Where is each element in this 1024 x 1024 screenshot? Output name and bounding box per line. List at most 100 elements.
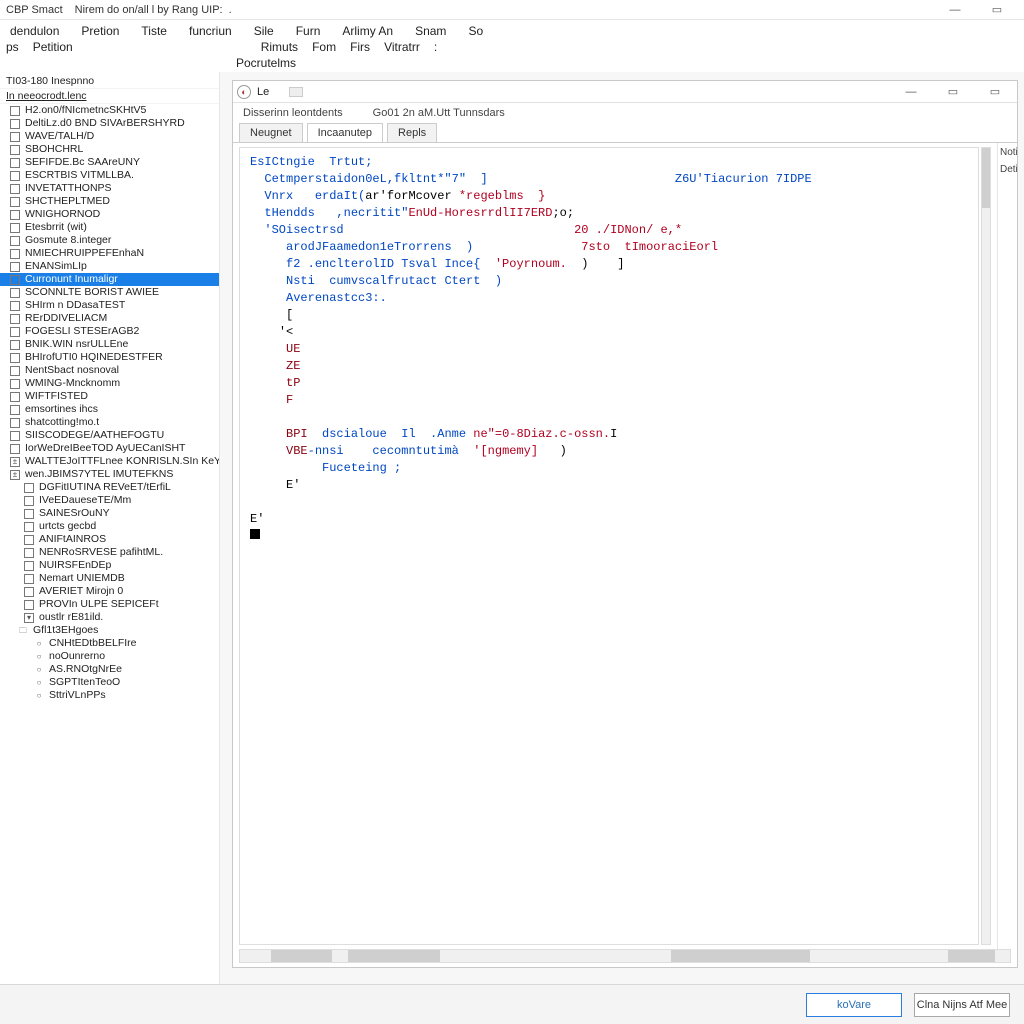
subsubmenu-item[interactable]: Pocrutelms bbox=[236, 56, 296, 70]
tree-item[interactable]: WIFTFISTED bbox=[0, 390, 219, 403]
tree-item[interactable]: DGFitIUTINA REVeET/tErfiL bbox=[0, 481, 219, 494]
secondary-action-button[interactable]: Clna Nijns Atf Mee bbox=[914, 993, 1010, 1017]
tree-item[interactable]: RErDDIVELIACM bbox=[0, 312, 219, 325]
child-minimize-icon[interactable]: — bbox=[893, 83, 929, 101]
tree-item[interactable]: NMIECHRUIPPEFEnhaN bbox=[0, 247, 219, 260]
menu-item[interactable]: Sile bbox=[250, 22, 278, 40]
tree-item[interactable]: ○noOunrerno bbox=[0, 650, 219, 663]
tree-item[interactable]: Nemart UNIEMDB bbox=[0, 572, 219, 585]
menu-item[interactable]: So bbox=[464, 22, 487, 40]
child-maximize-icon[interactable]: ▭ bbox=[935, 83, 971, 101]
tree-item[interactable]: SEFIFDE.Bc SAAreUNY bbox=[0, 156, 219, 169]
tree-item[interactable]: IVeEDaueseTE/Mm bbox=[0, 494, 219, 507]
submenu-item[interactable]: Vitratrr bbox=[384, 40, 420, 54]
tree-item[interactable]: shatcotting!mo.t bbox=[0, 416, 219, 429]
module-icon bbox=[10, 340, 20, 350]
submenu-item[interactable]: ps bbox=[6, 40, 19, 54]
tab[interactable]: Neugnet bbox=[239, 123, 303, 142]
tree-item[interactable]: ENANSimLIp bbox=[0, 260, 219, 273]
tree-root[interactable]: In neeocrodt.lenc bbox=[0, 89, 219, 104]
tree-item[interactable]: BHIrofUTI0 HQINEDESTFER bbox=[0, 351, 219, 364]
node-icon: ○ bbox=[34, 652, 44, 662]
menu-item[interactable]: Snam bbox=[411, 22, 450, 40]
sidebar-tree[interactable]: TI03-180 Inespnno In neeocrodt.lenc H2.o… bbox=[0, 72, 220, 984]
tree-item[interactable]: ESCRTBIS VITMLLBA. bbox=[0, 169, 219, 182]
tree-root[interactable]: TI03-180 Inespnno bbox=[0, 74, 219, 89]
tree-item[interactable]: SHCTHEPLTMED bbox=[0, 195, 219, 208]
scrollbar-thumb[interactable] bbox=[948, 950, 994, 962]
tree-label: NUIRSFEnDEp bbox=[39, 559, 111, 572]
tree-item[interactable]: IorWeDreIBeeTOD AyUECanISHT bbox=[0, 442, 219, 455]
scrollbar-thumb[interactable] bbox=[348, 950, 440, 962]
tree-label: FOGESLI STESErAGB2 bbox=[25, 325, 139, 338]
code-editor[interactable]: EsICtngie Trtut; Cetmperstaidon0eL,fkltn… bbox=[239, 147, 979, 945]
tree-item[interactable]: WAVE/TALH/D bbox=[0, 130, 219, 143]
tree-item[interactable]: ±wen.JBIMS7YTEL IMUTEFKNS bbox=[0, 468, 219, 481]
tree-group[interactable]: 🗀 Gfl1t3EHgoes bbox=[0, 624, 219, 637]
tree-item[interactable]: ○SttriVLnPPs bbox=[0, 689, 219, 702]
tree-item[interactable]: ANIFtAINROS bbox=[0, 533, 219, 546]
tree-item[interactable]: ○AS.RNOtgNrEe bbox=[0, 663, 219, 676]
menu-item[interactable]: funcriun bbox=[185, 22, 236, 40]
tree-item[interactable]: SAINESrOuNY bbox=[0, 507, 219, 520]
submenu-item[interactable]: Firs bbox=[350, 40, 370, 54]
tree-item[interactable]: Gosmute 8.integer bbox=[0, 234, 219, 247]
code-token: E' bbox=[286, 478, 300, 492]
child-close-icon[interactable]: ▭ bbox=[977, 83, 1013, 101]
submenu-item[interactable]: Rimuts bbox=[261, 40, 298, 54]
scrollbar-thumb[interactable] bbox=[982, 148, 990, 208]
tree-item[interactable]: FOGESLI STESErAGB2 bbox=[0, 325, 219, 338]
tree-item[interactable]: ○CNHtEDtbBELFIre bbox=[0, 637, 219, 650]
menu-item[interactable]: Furn bbox=[292, 22, 325, 40]
tab-header[interactable]: Disserinn leontdents bbox=[243, 107, 343, 119]
tree-item[interactable]: BNIK.WIN nsrULLEne bbox=[0, 338, 219, 351]
tree-item[interactable]: SIISCODEGE/AATHEFOGTU bbox=[0, 429, 219, 442]
panel-label[interactable]: Noti bbox=[1000, 147, 1015, 158]
tree-label: WALTTEJoITTFLnee KONRISLN.SIn KeY bbox=[25, 455, 219, 468]
tree-item[interactable]: SCONNLTE BORIST AWIEE bbox=[0, 286, 219, 299]
scrollbar-thumb[interactable] bbox=[671, 950, 810, 962]
primary-action-button[interactable]: koVare bbox=[806, 993, 902, 1017]
scrollbar-thumb[interactable] bbox=[271, 950, 333, 962]
tree-item[interactable]: PROVIn ULPE SEPICEFt bbox=[0, 598, 219, 611]
minimize-icon[interactable]: — bbox=[934, 1, 976, 19]
tree-group[interactable]: ▾ oustlr rE81ild. bbox=[0, 611, 219, 624]
menu-item[interactable]: Arlimy An bbox=[338, 22, 397, 40]
menu-item[interactable]: Tiste bbox=[137, 22, 171, 40]
tab-header[interactable]: Go01 2n aM.Utt Tunnsdars bbox=[373, 107, 505, 119]
submenu-item[interactable]: Fom bbox=[312, 40, 336, 54]
maximize-icon[interactable]: ▭ bbox=[976, 1, 1018, 19]
tree-item[interactable]: WNIGHORNOD bbox=[0, 208, 219, 221]
tree-item[interactable]: DeltiLz.d0 BND SIVArBERSHYRD bbox=[0, 117, 219, 130]
panel-label[interactable]: Deti bbox=[1000, 164, 1015, 175]
tree-item[interactable]: H2.on0/fNIcmetncSKHtV5 bbox=[0, 104, 219, 117]
menu-item[interactable]: dendulon bbox=[6, 22, 63, 40]
submenu-item[interactable]: Petition bbox=[33, 40, 73, 54]
tree-item[interactable]: NUIRSFEnDEp bbox=[0, 559, 219, 572]
tree-item[interactable]: ±WALTTEJoITTFLnee KONRISLN.SIn KeY bbox=[0, 455, 219, 468]
tree-item[interactable]: INVETATTHONPS bbox=[0, 182, 219, 195]
vertical-scrollbar[interactable] bbox=[981, 147, 991, 945]
menu-item[interactable]: Pretion bbox=[77, 22, 123, 40]
code-token: E' bbox=[250, 512, 264, 526]
tree-item[interactable]: Etesbrrit (wit) bbox=[0, 221, 219, 234]
tab[interactable]: Repls bbox=[387, 123, 437, 142]
tree-item[interactable]: WMING-Mncknomm bbox=[0, 377, 219, 390]
tree-label: IVeEDaueseTE/Mm bbox=[39, 494, 131, 507]
code-token: Fuceteing ; bbox=[322, 461, 401, 475]
tab[interactable]: Incaanutep bbox=[307, 123, 383, 142]
tree-item[interactable]: emsortines ihcs bbox=[0, 403, 219, 416]
tree-item[interactable]: NENRoSRVESE pafihtML. bbox=[0, 546, 219, 559]
tree-item[interactable]: SBOHCHRL bbox=[0, 143, 219, 156]
tab-close-icon[interactable] bbox=[289, 87, 303, 97]
submenu-item[interactable]: : bbox=[434, 40, 437, 54]
tree-item[interactable]: SHIrm n DDasaTEST bbox=[0, 299, 219, 312]
horizontal-scrollbar[interactable] bbox=[239, 949, 1011, 963]
tree-item[interactable]: AVERIET Mirojn 0 bbox=[0, 585, 219, 598]
tree-item[interactable]: ○SGPTItenTeoO bbox=[0, 676, 219, 689]
code-token: BPI bbox=[286, 427, 308, 441]
tree-item[interactable]: urtcts gecbd bbox=[0, 520, 219, 533]
tree-item[interactable]: Curronunt Inumaligr bbox=[0, 273, 219, 286]
module-icon bbox=[10, 145, 20, 155]
tree-item[interactable]: NentSbact nosnoval bbox=[0, 364, 219, 377]
